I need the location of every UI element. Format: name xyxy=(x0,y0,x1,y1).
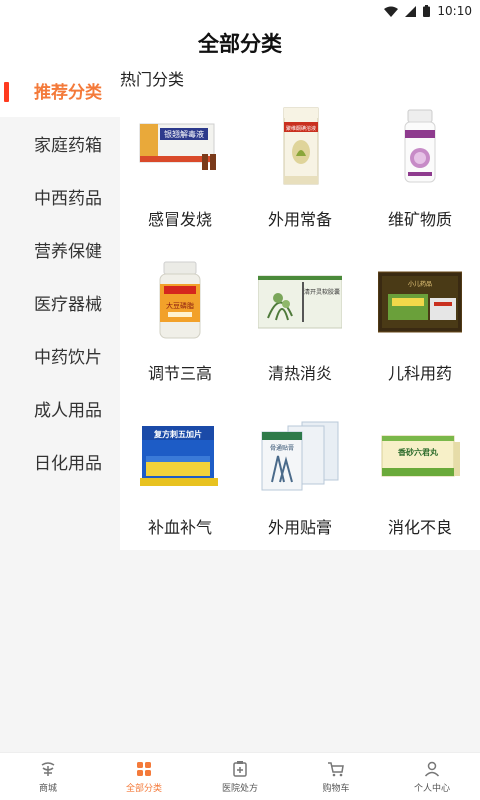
cold-medicine-image: 银翘解毒液 xyxy=(138,104,222,188)
tab-shopping-cart[interactable]: 购物车 xyxy=(288,753,384,800)
svg-text:骨通贴膏: 骨通贴膏 xyxy=(270,444,294,452)
tab-all-categories[interactable]: 全部分类 xyxy=(96,753,192,800)
category-label: 消化不良 xyxy=(387,518,452,537)
battery-icon xyxy=(423,5,431,17)
sidebar-item-nutrition-health[interactable]: 营养保健 xyxy=(0,223,120,276)
sidebar-item-home-medicine-box[interactable]: 家庭药箱 xyxy=(0,117,120,170)
svg-text:香砂六君丸: 香砂六君丸 xyxy=(397,447,439,457)
mall-icon xyxy=(39,760,57,778)
svg-text:聚维酮碘溶液: 聚维酮碘溶液 xyxy=(286,125,316,132)
sidebar-item-herbal-pieces[interactable]: 中药饮片 xyxy=(0,329,120,382)
sidebar-item-adult-products[interactable]: 成人用品 xyxy=(0,382,120,435)
prescription-icon xyxy=(231,760,249,778)
category-topical-plasters[interactable]: 骨通贴膏 外用贴膏 xyxy=(240,406,360,560)
status-bar: 10:10 xyxy=(0,0,480,22)
category-label: 补血补气 xyxy=(147,518,212,537)
tab-mall[interactable]: 商城 xyxy=(0,753,96,800)
category-indigestion[interactable]: 香砂六君丸 消化不良 xyxy=(360,406,480,560)
svg-text:清开灵软胶囊: 清开灵软胶囊 xyxy=(304,288,340,296)
tab-label: 全部分类 xyxy=(125,783,162,794)
section-title: 热门分类 xyxy=(120,70,185,89)
category-pediatrics[interactable]: 小儿药品 儿科用药 xyxy=(360,252,480,406)
tab-label: 个人中心 xyxy=(413,783,450,794)
tab-hospital-prescription[interactable]: 医院处方 xyxy=(192,753,288,800)
sidebar-item-daily-chemicals[interactable]: 日化用品 xyxy=(0,435,120,488)
pediatric-medicine-image: 小儿药品 xyxy=(378,258,462,342)
sidebar-item-chinese-western-medicine[interactable]: 中西药品 xyxy=(0,170,120,223)
category-three-highs[interactable]: 大豆磷脂 调节三高 xyxy=(120,252,240,406)
category-label: 外用贴膏 xyxy=(267,518,332,537)
signal-icon xyxy=(405,5,417,17)
topical-medicine-image: 聚维酮碘溶液 xyxy=(258,104,342,188)
sidebar-item-recommended[interactable]: 推荐分类 xyxy=(0,64,120,117)
bottom-tab-bar: 商城 全部分类 医院处方 购物车 个人中心 xyxy=(0,752,480,800)
status-time: 10:10 xyxy=(437,4,472,18)
category-content: 热门分类 银翘解毒液 感冒发烧 聚维酮碘溶液 外用常备 维矿物质 大豆磷脂 调节… xyxy=(120,64,480,550)
page-header: 全部分类 xyxy=(0,22,480,64)
page-title: 全部分类 xyxy=(198,32,282,56)
herbal-capsule-image: 清开灵软胶囊 xyxy=(258,258,342,342)
cart-icon xyxy=(327,760,345,778)
profile-icon xyxy=(423,760,441,778)
sidebar-item-medical-devices[interactable]: 医疗器械 xyxy=(0,276,120,329)
vitamin-bottle-image xyxy=(378,104,462,188)
tab-label: 购物车 xyxy=(322,783,350,794)
category-sidebar: 推荐分类 家庭药箱 中西药品 营养保健 医疗器械 中药饮片 成人用品 日化用品 xyxy=(0,64,120,752)
category-label: 感冒发烧 xyxy=(147,210,212,229)
supplement-bottle-image: 大豆磷脂 xyxy=(138,258,222,342)
tab-label: 商城 xyxy=(38,783,57,794)
digestive-pill-image: 香砂六君丸 xyxy=(378,412,462,496)
svg-text:小儿药品: 小儿药品 xyxy=(408,280,432,288)
tab-personal-center[interactable]: 个人中心 xyxy=(384,753,480,800)
category-topical-essentials[interactable]: 聚维酮碘溶液 外用常备 xyxy=(240,98,360,252)
category-cold-fever[interactable]: 银翘解毒液 感冒发烧 xyxy=(120,98,240,252)
category-vitamins-minerals[interactable]: 维矿物质 xyxy=(360,98,480,252)
svg-text:大豆磷脂: 大豆磷脂 xyxy=(166,301,194,310)
category-blood-qi[interactable]: 复方刺五加片 补血补气 xyxy=(120,406,240,560)
svg-text:银翘解毒液: 银翘解毒液 xyxy=(164,129,204,139)
svg-text:复方刺五加片: 复方刺五加片 xyxy=(153,429,202,439)
plaster-box-image: 骨通贴膏 xyxy=(258,412,342,496)
category-label: 调节三高 xyxy=(147,364,212,383)
tablet-box-image: 复方刺五加片 xyxy=(138,412,222,496)
category-grid: 银翘解毒液 感冒发烧 聚维酮碘溶液 外用常备 维矿物质 大豆磷脂 调节三高 清开… xyxy=(120,98,480,560)
tab-label: 医院处方 xyxy=(221,783,258,794)
category-heat-inflammation[interactable]: 清开灵软胶囊 清热消炎 xyxy=(240,252,360,406)
wifi-icon xyxy=(384,6,399,17)
category-label: 清热消炎 xyxy=(267,364,332,383)
category-grid-icon xyxy=(135,760,153,778)
category-label: 儿科用药 xyxy=(387,364,452,383)
category-label: 外用常备 xyxy=(267,210,332,229)
category-label: 维矿物质 xyxy=(387,210,452,229)
